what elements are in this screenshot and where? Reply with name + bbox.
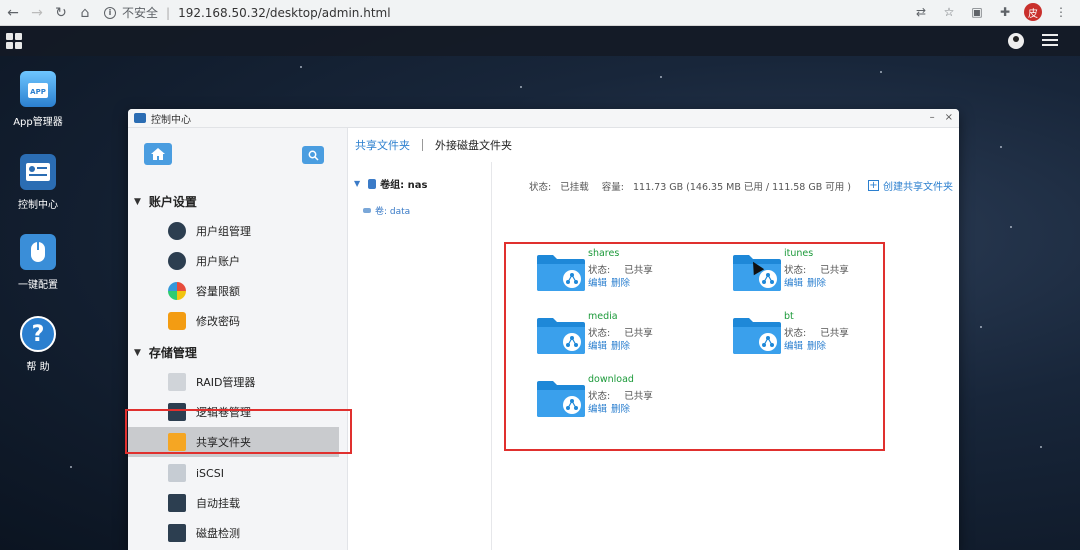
tab-divider [422,139,423,151]
sidebar-item-label: 修改密码 [196,315,240,328]
url-text[interactable]: 192.168.50.32/desktop/admin.html [178,6,391,20]
sidebar-item-label: 自动挂载 [196,497,240,510]
section-account-settings[interactable]: ▼ 账户设置 [134,193,197,210]
highlight-box-folders [504,242,885,451]
quota-pie-icon [168,282,186,300]
sidebar-item-auto-mount[interactable]: 自动挂载 [168,492,240,514]
auto-mount-icon [168,494,186,512]
tab-external-disk-folders[interactable]: 外接磁盘文件夹 [435,137,512,153]
tab-shared-folders[interactable]: 共享文件夹 [355,137,410,153]
highlight-box-sidebar [125,409,352,454]
insecure-label: 不安全 [122,6,159,20]
address-separator: | [166,5,171,20]
control-center-icon [20,154,56,190]
user-group-icon [168,222,186,240]
minimize-icon[interactable]: – [930,112,935,123]
home-button[interactable] [144,143,172,165]
desktop: APP App管理器 控制中心 一键配置 ? 帮 助 控制中心 – × ▼ 账户… [0,26,1080,550]
back-icon[interactable]: ← [2,2,24,24]
desktop-icon-label: App管理器 [13,117,63,128]
profile-avatar[interactable]: 皮 [1024,3,1042,21]
database-icon [368,178,377,189]
more-menu-icon[interactable]: ⋮ [1052,3,1070,21]
collapse-arrow-icon[interactable]: ▼ [134,348,141,358]
desktop-app-manager[interactable]: APP App管理器 [0,71,76,128]
volume-label: 卷: data [375,207,411,217]
expand-arrow-icon[interactable]: ▼ [354,179,360,188]
help-icon: ? [20,316,56,352]
disk-icon [363,208,371,213]
app-store-icon: APP [20,71,56,107]
sidebar-item-raid-manager[interactable]: RAID管理器 [168,371,255,393]
apps-grid-icon[interactable] [6,33,22,49]
window-titlebar[interactable]: 控制中心 [128,109,959,128]
sidebar-item-label: iSCSI [196,466,224,480]
raid-icon [168,373,186,391]
user-account-icon [168,252,186,270]
svg-text:APP: APP [30,88,46,96]
sidebar-item-label: 用户账户 [196,255,240,268]
translate-icon[interactable]: ⇄ [912,3,930,21]
home-icon [151,148,165,160]
home-icon[interactable]: ⌂ [74,2,96,24]
create-shared-folder-label: 创建共享文件夹 [883,182,953,193]
tab-search-icon[interactable]: ▣ [968,3,986,21]
sidebar-item-iscsi[interactable]: iSCSI [168,462,224,484]
section-storage-management[interactable]: ▼ 存储管理 [134,344,197,361]
state-label: 状态: [529,182,552,193]
info-icon[interactable]: i [104,6,116,19]
desktop-one-click-config[interactable]: 一键配置 [0,234,76,291]
desktop-control-center[interactable]: 控制中心 [0,154,76,211]
sidebar-item-label: RAID管理器 [196,376,256,389]
collapse-arrow-icon[interactable]: ▼ [134,197,141,207]
extensions-icon[interactable]: ✚ [996,3,1014,21]
state-value: 已挂载 [560,182,589,193]
forward-icon[interactable]: → [26,2,48,24]
sidebar-item-user-accounts[interactable]: 用户账户 [168,250,240,272]
sidebar-item-change-password[interactable]: 修改密码 [168,310,240,332]
search-button[interactable] [302,146,324,164]
sidebar-item-label: 用户组管理 [196,225,251,238]
desktop-help[interactable]: ? 帮 助 [0,316,76,373]
plus-icon: + [868,180,879,191]
sidebar-item-label: 磁盘检测 [196,527,240,540]
menu-icon[interactable] [1042,34,1058,48]
browser-toolbar: ← → ↻ ⌂ i 不安全 | 192.168.50.32/desktop/ad… [0,0,1080,26]
address-bar[interactable]: i 不安全 | 192.168.50.32/desktop/admin.html [104,4,391,21]
capacity-value: 111.73 GB (146.35 MB 已用 / 111.58 GB 可用 ) [633,182,852,193]
volume-tree: ▼ 卷组: nas 卷: data [349,162,492,550]
volume-status: 状态: 已挂载 容量: 111.73 GB (146.35 MB 已用 / 11… [529,179,851,193]
tree-volume-group[interactable]: ▼ 卷组: nas [354,176,427,191]
create-shared-folder-button[interactable]: + 创建共享文件夹 [868,178,953,193]
capacity-label: 容量: [601,182,624,193]
tab-bar: 共享文件夹 外接磁盘文件夹 [349,128,959,162]
volume-group-label: 卷组: nas [380,180,428,191]
close-icon[interactable]: × [945,112,953,123]
window-app-icon [134,113,146,123]
bookmark-star-icon[interactable]: ☆ [940,3,958,21]
section-label: 账户设置 [148,195,197,209]
search-icon [308,150,319,161]
sidebar-item-disk-check[interactable]: 磁盘检测 [168,522,240,544]
desktop-icon-label: 帮 助 [26,362,50,373]
tree-volume[interactable]: 卷: data [363,204,410,217]
sidebar-item-user-groups[interactable]: 用户组管理 [168,220,251,242]
lock-icon [168,312,186,330]
desktop-icon-label: 控制中心 [18,200,58,211]
control-center-window: 控制中心 – × ▼ 账户设置 用户组管理 用户账户 容量限额 修改密码 ▼ 存… [128,109,959,550]
user-icon[interactable] [1008,33,1024,49]
reload-icon[interactable]: ↻ [50,2,72,24]
sidebar-item-label: 容量限额 [196,285,240,298]
taskbar [0,26,1080,56]
sidebar-item-quota[interactable]: 容量限额 [168,280,240,302]
one-click-config-icon [20,234,56,270]
window-title: 控制中心 [151,114,191,126]
disk-check-icon [168,524,186,542]
section-label: 存储管理 [148,346,197,360]
desktop-icon-label: 一键配置 [18,280,58,291]
sidebar: ▼ 账户设置 用户组管理 用户账户 容量限额 修改密码 ▼ 存储管理 RAID管… [128,128,348,550]
iscsi-icon [168,464,186,482]
